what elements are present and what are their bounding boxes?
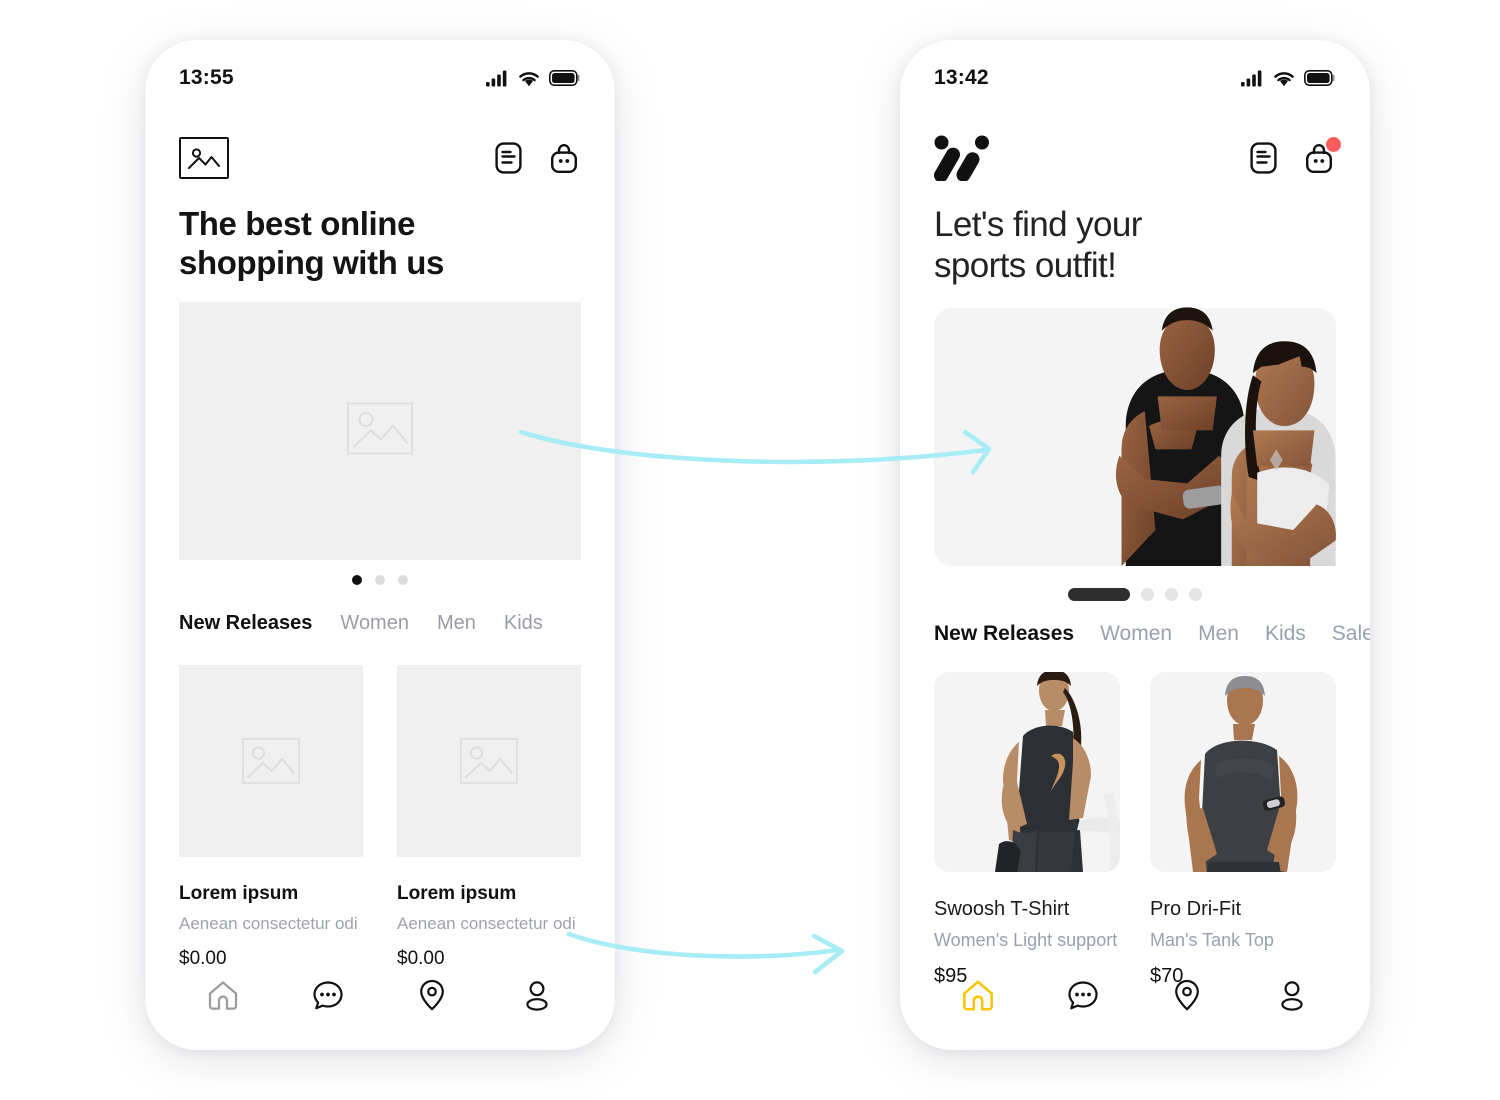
product-card[interactable]: Pro Dri-Fit Man's Tank Top $70 — [1150, 672, 1336, 988]
profile-icon[interactable] — [509, 967, 565, 1023]
product-title: Swoosh T-Shirt — [934, 898, 1070, 920]
hero-carousel[interactable] — [179, 302, 581, 560]
product-grid: Swoosh T-Shirt Women's Light support $95 — [934, 672, 1336, 988]
tab-sale[interactable]: Sale — [1332, 622, 1370, 646]
tab-women[interactable]: Women — [1100, 622, 1172, 646]
category-tabs: New Releases Women Men Kids Sale — [934, 622, 1370, 646]
cart-notification-badge — [1326, 137, 1341, 152]
product-subtitle: Women's Light support — [934, 930, 1118, 950]
tab-new-releases[interactable]: New Releases — [179, 612, 312, 635]
brand-slashes-logo[interactable] — [934, 135, 994, 183]
status-indicators — [1241, 70, 1336, 87]
product-subtitle: Man's Tank Top — [1150, 930, 1274, 950]
location-pin-icon[interactable] — [404, 967, 460, 1023]
phone-mockup-after: 13:42 Let's find your sports outfit! New… — [900, 40, 1370, 1050]
athletes-photo — [1115, 307, 1336, 566]
wifi-icon — [1274, 71, 1294, 86]
tab-kids[interactable]: Kids — [504, 612, 543, 635]
tab-women[interactable]: Women — [340, 612, 409, 635]
page-title: The best online shopping with us — [179, 205, 585, 282]
cellular-signal-icon — [486, 70, 507, 86]
image-placeholder-icon — [347, 402, 413, 460]
carousel-dot[interactable] — [375, 575, 385, 585]
home-icon[interactable] — [195, 967, 251, 1023]
phone-mockup-before: 13:55 The best online shopping with us N… — [145, 40, 615, 1050]
product-card[interactable]: Lorem ipsum Aenean consectetur odi $0.00 — [179, 665, 363, 970]
carousel-dot[interactable] — [398, 575, 408, 585]
product-title: Lorem ipsum — [397, 883, 517, 904]
product-subtitle: Aenean consectetur odi — [397, 914, 576, 933]
carousel-dot-active[interactable] — [1068, 588, 1130, 601]
carousel-dot[interactable] — [352, 575, 362, 585]
product-image — [934, 672, 1120, 872]
product-image — [1150, 672, 1336, 872]
product-grid: Lorem ipsum Aenean consectetur odi $0.00… — [179, 665, 581, 970]
man-in-tank-top-photo — [1150, 672, 1336, 872]
chat-icon[interactable] — [300, 967, 356, 1023]
carousel-dot[interactable] — [1189, 588, 1202, 601]
tab-new-releases[interactable]: New Releases — [934, 622, 1074, 646]
status-bar: 13:42 — [900, 40, 1370, 102]
profile-icon[interactable] — [1264, 967, 1320, 1023]
carousel-dot[interactable] — [1141, 588, 1154, 601]
shopping-bag-icon[interactable] — [1302, 137, 1341, 177]
carousel-dots[interactable] — [145, 575, 615, 585]
product-subtitle: Aenean consectetur odi — [179, 914, 358, 933]
product-card[interactable]: Swoosh T-Shirt Women's Light support $95 — [934, 672, 1120, 988]
orders-icon[interactable] — [491, 139, 525, 177]
status-time: 13:55 — [179, 66, 234, 89]
tab-kids[interactable]: Kids — [1265, 622, 1306, 646]
chat-icon[interactable] — [1055, 967, 1111, 1023]
shopping-bag-icon[interactable] — [547, 139, 581, 177]
carousel-dot[interactable] — [1165, 588, 1178, 601]
phone-screen-after: 13:42 Let's find your sports outfit! New… — [900, 40, 1370, 1050]
tab-men[interactable]: Men — [1198, 622, 1239, 646]
product-card[interactable]: Lorem ipsum Aenean consectetur odi $0.00 — [397, 665, 581, 970]
image-placeholder-icon — [242, 738, 300, 784]
app-header — [145, 128, 615, 188]
image-placeholder-icon — [460, 738, 518, 784]
product-image-placeholder — [179, 665, 363, 857]
status-indicators — [486, 70, 581, 87]
bottom-navigation — [900, 958, 1370, 1032]
product-title: Lorem ipsum — [179, 883, 299, 904]
location-pin-icon[interactable] — [1159, 967, 1215, 1023]
headline-line-2: shopping with us — [179, 243, 444, 281]
header-actions — [491, 139, 581, 177]
headline-line-1: The best online — [179, 205, 416, 242]
battery-full-icon — [549, 70, 580, 86]
bottom-navigation — [145, 958, 615, 1032]
status-bar: 13:55 — [145, 40, 615, 102]
carousel-dots[interactable] — [900, 588, 1370, 601]
wifi-icon — [519, 71, 539, 86]
cellular-signal-icon — [1241, 70, 1262, 86]
status-time: 13:42 — [934, 66, 989, 89]
headline-line-1: Let's find your — [934, 205, 1142, 244]
app-header — [900, 128, 1370, 188]
tab-men[interactable]: Men — [437, 612, 476, 635]
product-image-placeholder — [397, 665, 581, 857]
comparison-canvas: 13:55 The best online shopping with us N… — [0, 0, 1500, 1100]
hero-carousel[interactable] — [934, 307, 1336, 566]
category-tabs: New Releases Women Men Kids — [179, 612, 615, 635]
phone-screen-before: 13:55 The best online shopping with us N… — [145, 40, 615, 1050]
battery-full-icon — [1304, 70, 1335, 86]
header-actions — [1246, 137, 1341, 177]
home-icon[interactable] — [950, 967, 1006, 1023]
woman-in-tank-top-photo — [934, 672, 1120, 872]
hero-placeholder — [179, 302, 581, 560]
orders-icon[interactable] — [1246, 139, 1280, 177]
product-title: Pro Dri-Fit — [1150, 898, 1242, 920]
image-placeholder-icon — [179, 137, 229, 179]
